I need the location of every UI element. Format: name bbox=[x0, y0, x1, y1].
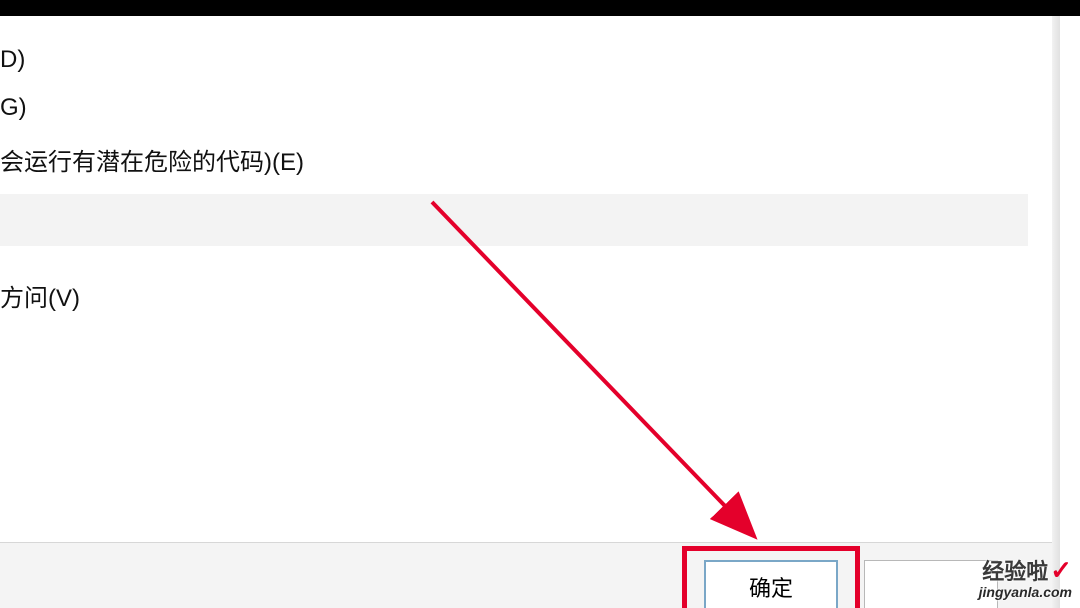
dialog-right-shadow bbox=[1052, 16, 1060, 608]
window-top-bar bbox=[0, 0, 1080, 16]
watermark: 经验啦✓ jingyanla.com bbox=[979, 556, 1072, 600]
section-header-band bbox=[0, 194, 1028, 246]
option-d[interactable]: D) bbox=[0, 46, 25, 74]
check-icon: ✓ bbox=[1050, 555, 1072, 585]
option-e[interactable]: 会运行有潜在危险的代码)(E) bbox=[0, 142, 304, 177]
watermark-text: 经验啦 bbox=[982, 559, 1048, 584]
ok-button-label: 确定 bbox=[749, 571, 793, 603]
ok-button[interactable]: 确定 bbox=[704, 560, 838, 608]
option-g[interactable]: G) bbox=[0, 94, 27, 122]
option-v[interactable]: 方问(V) bbox=[0, 278, 80, 313]
dialog-content: D) G) 会运行有潜在危险的代码)(E) 方问(V) 确定 bbox=[0, 16, 1052, 608]
watermark-url: jingyanla.com bbox=[979, 585, 1072, 600]
